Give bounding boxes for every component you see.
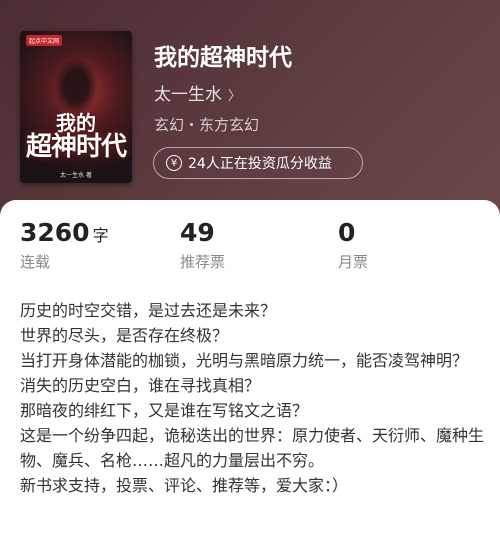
description-line: 当打开身体潜能的枷锁，光明与黑暗原力统一，能否凌驾神明？ bbox=[20, 351, 469, 370]
stat-recommend-votes[interactable]: 49 推荐票 bbox=[180, 218, 225, 272]
description-line: 那暗夜的绯红下，又是谁在写铭文之语？ bbox=[20, 401, 309, 420]
author-name: 太一生水 bbox=[154, 85, 222, 105]
cover-title: 我的 超神时代 bbox=[20, 113, 132, 161]
chevron-right-icon: 〉 bbox=[228, 89, 242, 104]
cover-title-line1: 我的 bbox=[56, 111, 96, 135]
cover-title-line2: 超神时代 bbox=[25, 132, 127, 162]
cover-publisher-logo: 起点中文网 bbox=[26, 35, 63, 46]
stat-monthly-votes[interactable]: 0 月票 bbox=[338, 218, 368, 272]
book-cover[interactable]: 起点中文网 我的 超神时代 太一生水 著 bbox=[20, 31, 132, 183]
author-link[interactable]: 太一生水〉 bbox=[154, 80, 241, 105]
recommend-votes-value: 49 bbox=[180, 218, 215, 247]
monthly-votes-label: 月票 bbox=[338, 253, 369, 271]
cover-artwork bbox=[54, 57, 98, 115]
description-line: 历史的时空交错，是过去还是未来？ bbox=[20, 301, 277, 320]
cover-author: 太一生水 著 bbox=[60, 172, 92, 179]
word-count-unit: 字 bbox=[92, 226, 109, 245]
book-genre: 玄幻・东方玄幻 bbox=[154, 116, 260, 134]
book-info-card: 3260 字 连载 49 推荐票 0 月票 历史的时空交错，是过去还是未来？ 世界… bbox=[0, 200, 500, 545]
description-line: 消失的历史空白，谁在寻找真相？ bbox=[20, 376, 261, 395]
word-count-value: 3260 bbox=[20, 218, 90, 247]
yen-icon: ¥ bbox=[166, 155, 182, 171]
monthly-votes-value: 0 bbox=[338, 218, 356, 247]
book-title: 我的超神时代 bbox=[154, 45, 292, 71]
book-header: 起点中文网 我的 超神时代 太一生水 著 我的超神时代 太一生水〉 玄幻・东方玄… bbox=[0, 0, 500, 230]
invest-label: 24人正在投资瓜分收益 bbox=[188, 156, 332, 172]
book-description: 历史的时空交错，是过去还是未来？ 世界的尽头，是否存在终极？ 当打开身体潜能的枷… bbox=[20, 298, 485, 498]
description-line: 这是一个纷争四起，诡秘迭出的世界：原力使者、天衍师、魔种生物、魔兵、名枪……超凡… bbox=[20, 426, 485, 470]
invest-button[interactable]: ¥ 24人正在投资瓜分收益 bbox=[153, 147, 363, 179]
description-line: 新书求支持，投票、评论、推荐等，爱大家：） bbox=[20, 476, 349, 495]
recommend-votes-label: 推荐票 bbox=[180, 253, 226, 271]
description-line: 世界的尽头，是否存在终极？ bbox=[20, 326, 229, 345]
stat-word-count: 3260 字 连载 bbox=[20, 218, 109, 272]
word-count-label: 连载 bbox=[20, 253, 51, 271]
